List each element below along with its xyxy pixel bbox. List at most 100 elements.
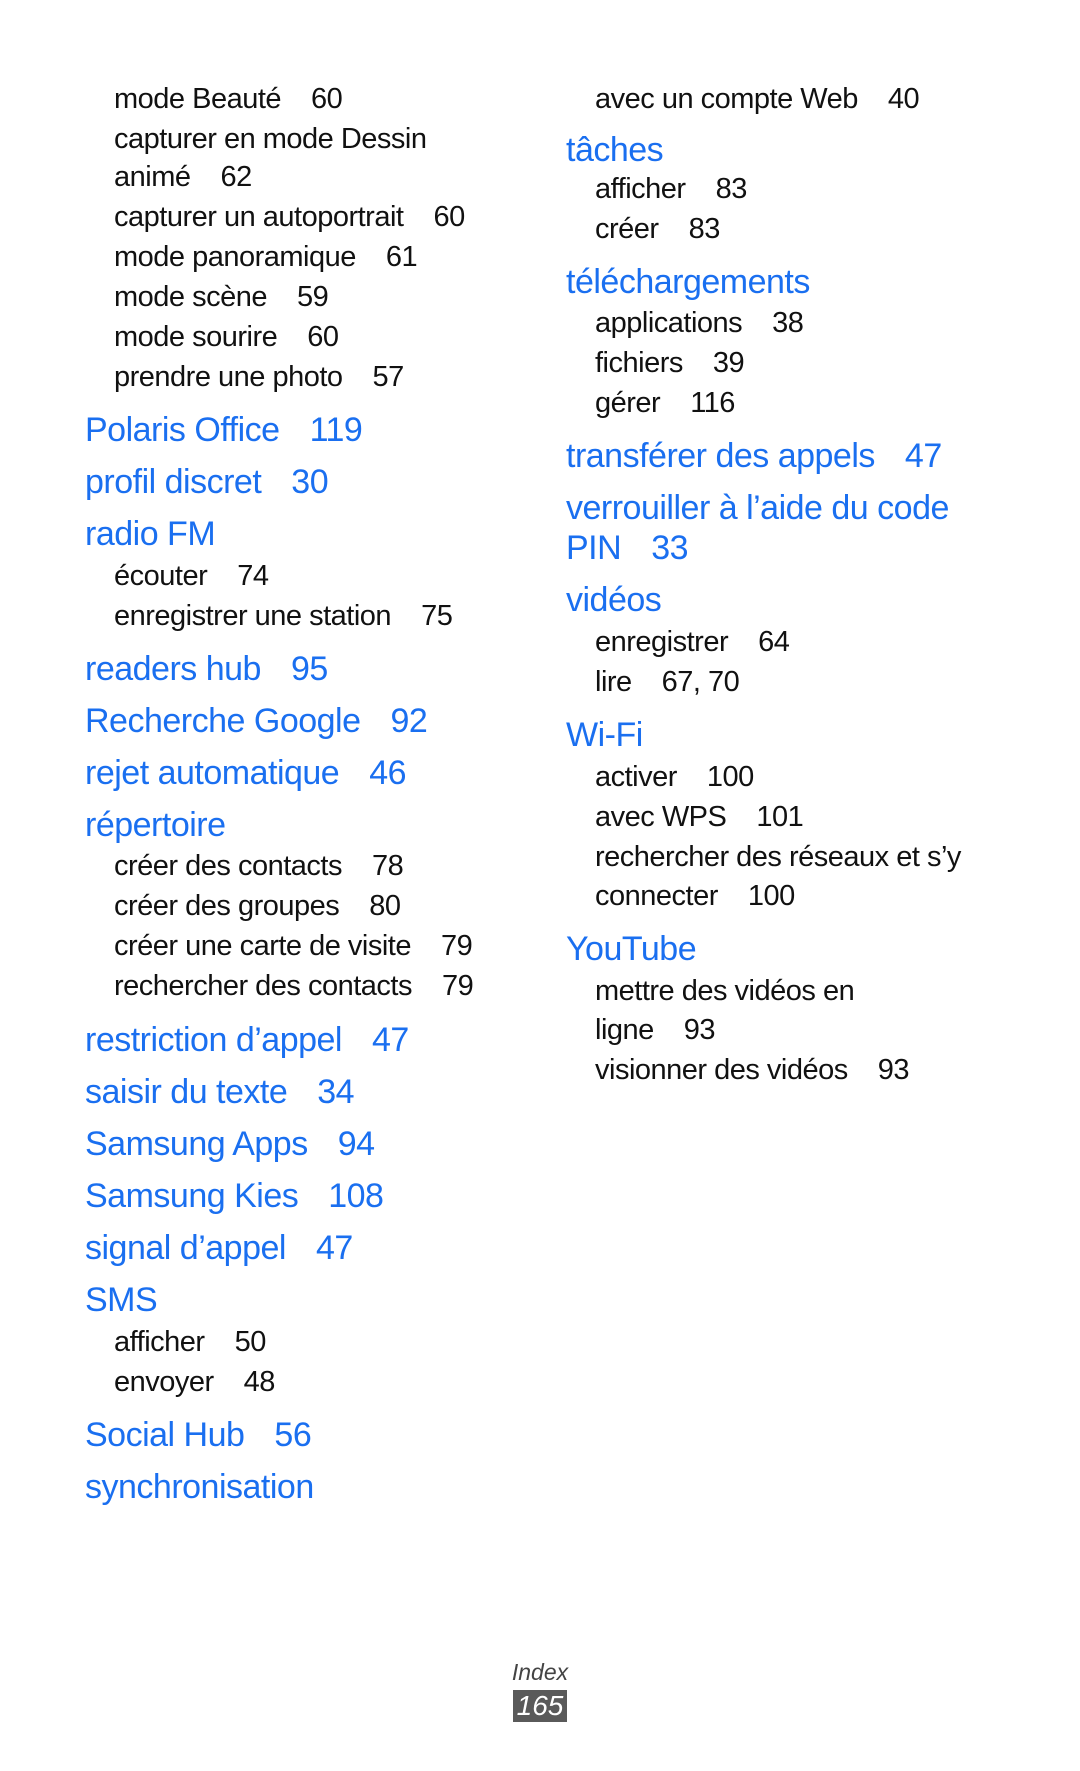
entry-page-ref[interactable]: 80: [369, 890, 401, 922]
entry-page-ref[interactable]: 60: [433, 201, 465, 233]
entry-page-ref[interactable]: 64: [758, 626, 790, 658]
entry-term: rejet automatique: [85, 754, 340, 792]
entry-term: activer: [595, 761, 677, 793]
entry-page-ref[interactable]: 33: [651, 529, 688, 567]
index-subentry: mode scène 59: [114, 281, 329, 313]
entry-page-ref[interactable]: 75: [421, 600, 453, 632]
index-subentry: créer 83: [595, 215, 720, 244]
entry-term: applications: [595, 307, 743, 339]
index-entry-heading: restriction d’appel 47: [85, 1023, 409, 1057]
entry-term: tâches: [566, 131, 664, 169]
index-subentry: applications 38: [595, 307, 804, 339]
entry-term: YouTube: [566, 930, 697, 968]
entry-page-ref[interactable]: 61: [386, 241, 418, 273]
entry-page-ref[interactable]: 108: [328, 1177, 384, 1215]
entry-term: mode sourire: [114, 321, 278, 353]
entry-page-ref[interactable]: 47: [905, 437, 942, 475]
entry-page-ref[interactable]: 119: [310, 411, 363, 449]
index-entry-heading: tâches: [566, 131, 664, 169]
entry-page-ref[interactable]: 50: [235, 1326, 267, 1358]
entry-page-ref[interactable]: 67, 70: [662, 666, 740, 698]
index-subentry: rechercher des contacts 79: [114, 970, 474, 1002]
entry-term: répertoire: [85, 806, 226, 844]
entry-page-ref[interactable]: 62: [221, 161, 253, 193]
entry-page-ref[interactable]: 95: [291, 650, 328, 688]
index-subentry: créer une carte de visite 79: [114, 930, 473, 962]
entry-page-ref[interactable]: 30: [291, 463, 328, 501]
index-entry-heading: vidéos: [566, 583, 662, 617]
entry-term: capturer un autoportrait: [114, 201, 404, 233]
entry-term: enregistrer une station: [114, 600, 392, 632]
entry-page-ref[interactable]: 101: [756, 801, 803, 833]
index-subentry: prendre une photo 57: [114, 363, 404, 392]
entry-page-ref[interactable]: 57: [373, 361, 405, 393]
entry-term: créer des groupes: [114, 890, 340, 922]
section-label: Index: [511, 1659, 569, 1685]
entry-page-ref[interactable]: 94: [338, 1125, 375, 1163]
index-subentry: mode Beauté 60: [114, 83, 343, 115]
entry-page-ref[interactable]: 74: [237, 560, 269, 592]
index-entry-heading: signal d’appel 47: [85, 1231, 353, 1265]
entry-term: Samsung Kies: [85, 1177, 299, 1215]
entry-page-ref[interactable]: 47: [316, 1229, 353, 1267]
entry-term: envoyer: [114, 1366, 214, 1398]
entry-page-ref[interactable]: 79: [441, 930, 473, 962]
index-subentry: capturer un autoportrait 60: [114, 203, 465, 232]
index-entry-heading: profil discret 30: [85, 463, 329, 501]
entry-page-ref[interactable]: 100: [748, 880, 795, 912]
entry-term: saisir du texte: [85, 1073, 288, 1111]
index-subentry: afficher 83: [595, 175, 747, 204]
index-entry-heading: Wi-Fi: [566, 718, 643, 752]
entry-term: prendre une photo: [114, 361, 343, 393]
entry-page-ref[interactable]: 39: [713, 347, 745, 379]
entry-page-ref[interactable]: 40: [888, 83, 920, 115]
index-subentry: activer 100: [595, 763, 754, 792]
entry-term: rechercher des réseaux et s’y: [595, 841, 961, 873]
entry-term: visionner des vidéos: [595, 1054, 848, 1086]
index-subentry: connecter 100: [595, 882, 795, 911]
index-entry-heading: Recherche Google 92: [85, 702, 428, 740]
index-entry-heading: rejet automatique 46: [85, 754, 407, 792]
entry-term: enregistrer: [595, 626, 729, 658]
entry-page-ref[interactable]: 116: [690, 387, 735, 419]
entry-term: Wi-Fi: [566, 716, 643, 754]
entry-page-ref[interactable]: 38: [772, 307, 804, 339]
entry-page-ref[interactable]: 83: [716, 173, 748, 205]
entry-term: Polaris Office: [85, 411, 280, 449]
entry-term: rechercher des contacts: [114, 970, 412, 1002]
entry-page-ref[interactable]: 48: [244, 1366, 276, 1398]
entry-page-ref[interactable]: 34: [317, 1073, 354, 1111]
entry-page-ref[interactable]: 93: [878, 1054, 910, 1086]
index-subentry: enregistrer 64: [595, 626, 790, 658]
entry-page-ref[interactable]: 100: [707, 761, 754, 793]
index-subentry: afficher 50: [114, 1328, 266, 1357]
index-entry-heading: Samsung Apps 94: [85, 1127, 375, 1161]
entry-term: Recherche Google: [85, 702, 361, 740]
entry-term: profil discret: [85, 463, 262, 501]
entry-term: ligne: [595, 1014, 654, 1046]
entry-term: mode panoramique: [114, 241, 356, 273]
entry-term: écouter: [114, 560, 208, 592]
entry-page-ref[interactable]: 83: [689, 213, 721, 245]
entry-page-ref[interactable]: 46: [369, 754, 406, 792]
entry-term: mettre des vidéos en: [595, 975, 855, 1007]
index-subentry: créer des contacts 78: [114, 850, 404, 882]
entry-page-ref[interactable]: 59: [297, 281, 329, 313]
entry-page-ref[interactable]: 93: [684, 1014, 716, 1046]
entry-page-ref[interactable]: 78: [372, 850, 404, 882]
index-entry-heading: PIN 33: [566, 529, 689, 567]
entry-term: mode Beauté: [114, 83, 282, 115]
index-entry-heading: transférer des appels 47: [566, 439, 942, 473]
entry-page-ref[interactable]: 60: [307, 321, 339, 353]
entry-page-ref[interactable]: 60: [311, 83, 343, 115]
entry-term: Social Hub: [85, 1416, 245, 1454]
entry-page-ref[interactable]: 56: [274, 1416, 311, 1454]
entry-page-ref[interactable]: 47: [372, 1021, 409, 1059]
index-subentry: avec WPS 101: [595, 801, 804, 833]
entry-page-ref[interactable]: 92: [391, 702, 428, 740]
entry-page-ref[interactable]: 79: [442, 970, 474, 1002]
entry-term: verrouiller à l’aide du code: [566, 489, 949, 527]
entry-term: mode scène: [114, 281, 268, 313]
index-entry-heading: radio FM: [85, 517, 216, 551]
index-entry-heading: Samsung Kies 108: [85, 1177, 384, 1215]
